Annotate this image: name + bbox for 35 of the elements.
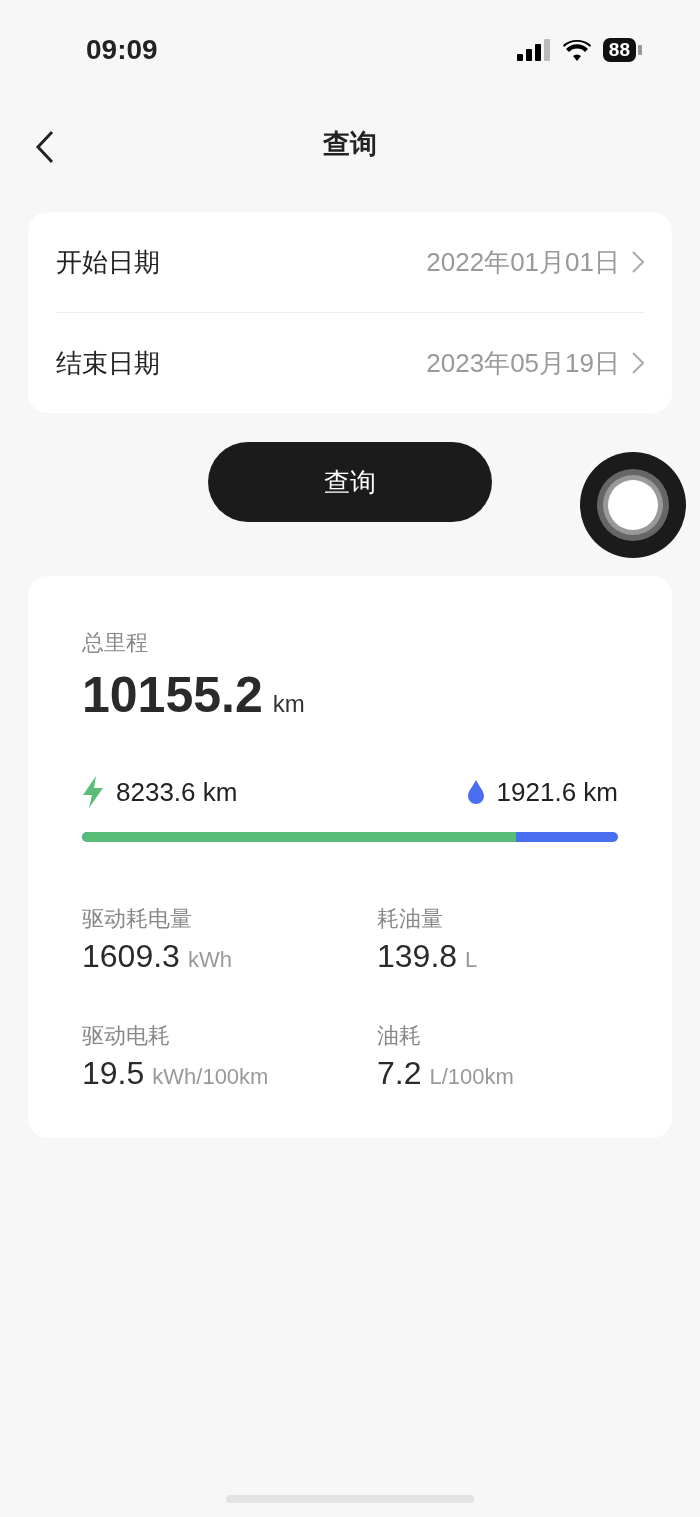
- date-value: 2023年05月19日: [426, 346, 620, 380]
- page-title: 查询: [323, 128, 377, 161]
- date-row[interactable]: 开始日期 2022年01月01日: [56, 212, 644, 312]
- total-mileage-value: 10155.2: [82, 666, 263, 724]
- date-row[interactable]: 结束日期 2023年05月19日: [56, 312, 644, 413]
- metric-value: 139.8: [377, 938, 458, 975]
- battery-level: 88: [602, 38, 636, 62]
- metric-value: 19.5: [82, 1055, 145, 1092]
- metric-unit: kWh/100km: [152, 1064, 269, 1090]
- metric-label: 驱动耗电量: [82, 905, 193, 933]
- lightning-icon: [82, 776, 104, 808]
- metric-value: 7.2: [377, 1055, 422, 1092]
- metric-unit: L: [465, 947, 478, 973]
- metric-label: 油耗: [377, 1022, 422, 1050]
- chevron-right-icon: [632, 352, 644, 374]
- metric-value: 1609.3: [82, 938, 180, 975]
- chevron-right-icon: [632, 251, 644, 273]
- query-button[interactable]: 查询: [208, 442, 492, 522]
- drop-icon: [466, 780, 485, 804]
- metric-label: 驱动电耗: [82, 1022, 171, 1050]
- date-label: 结束日期: [56, 346, 161, 380]
- date-value: 2022年01月01日: [426, 245, 620, 279]
- date-label: 开始日期: [56, 245, 161, 279]
- wifi-icon: [562, 39, 591, 61]
- metric-unit: L/100km: [429, 1064, 514, 1090]
- assistive-touch-button[interactable]: [580, 452, 686, 558]
- total-mileage-unit: km: [272, 690, 305, 718]
- signal-icon: [516, 39, 551, 61]
- battery-cap-icon: [638, 45, 642, 55]
- status-time: 09:09: [86, 34, 159, 66]
- metric-unit: kWh: [187, 947, 232, 973]
- total-mileage-label: 总里程: [82, 629, 149, 657]
- electric-mileage: 8233.6 km: [116, 776, 239, 808]
- metric-label: 耗油量: [377, 905, 444, 933]
- fuel-mileage: 1921.6 km: [496, 776, 618, 808]
